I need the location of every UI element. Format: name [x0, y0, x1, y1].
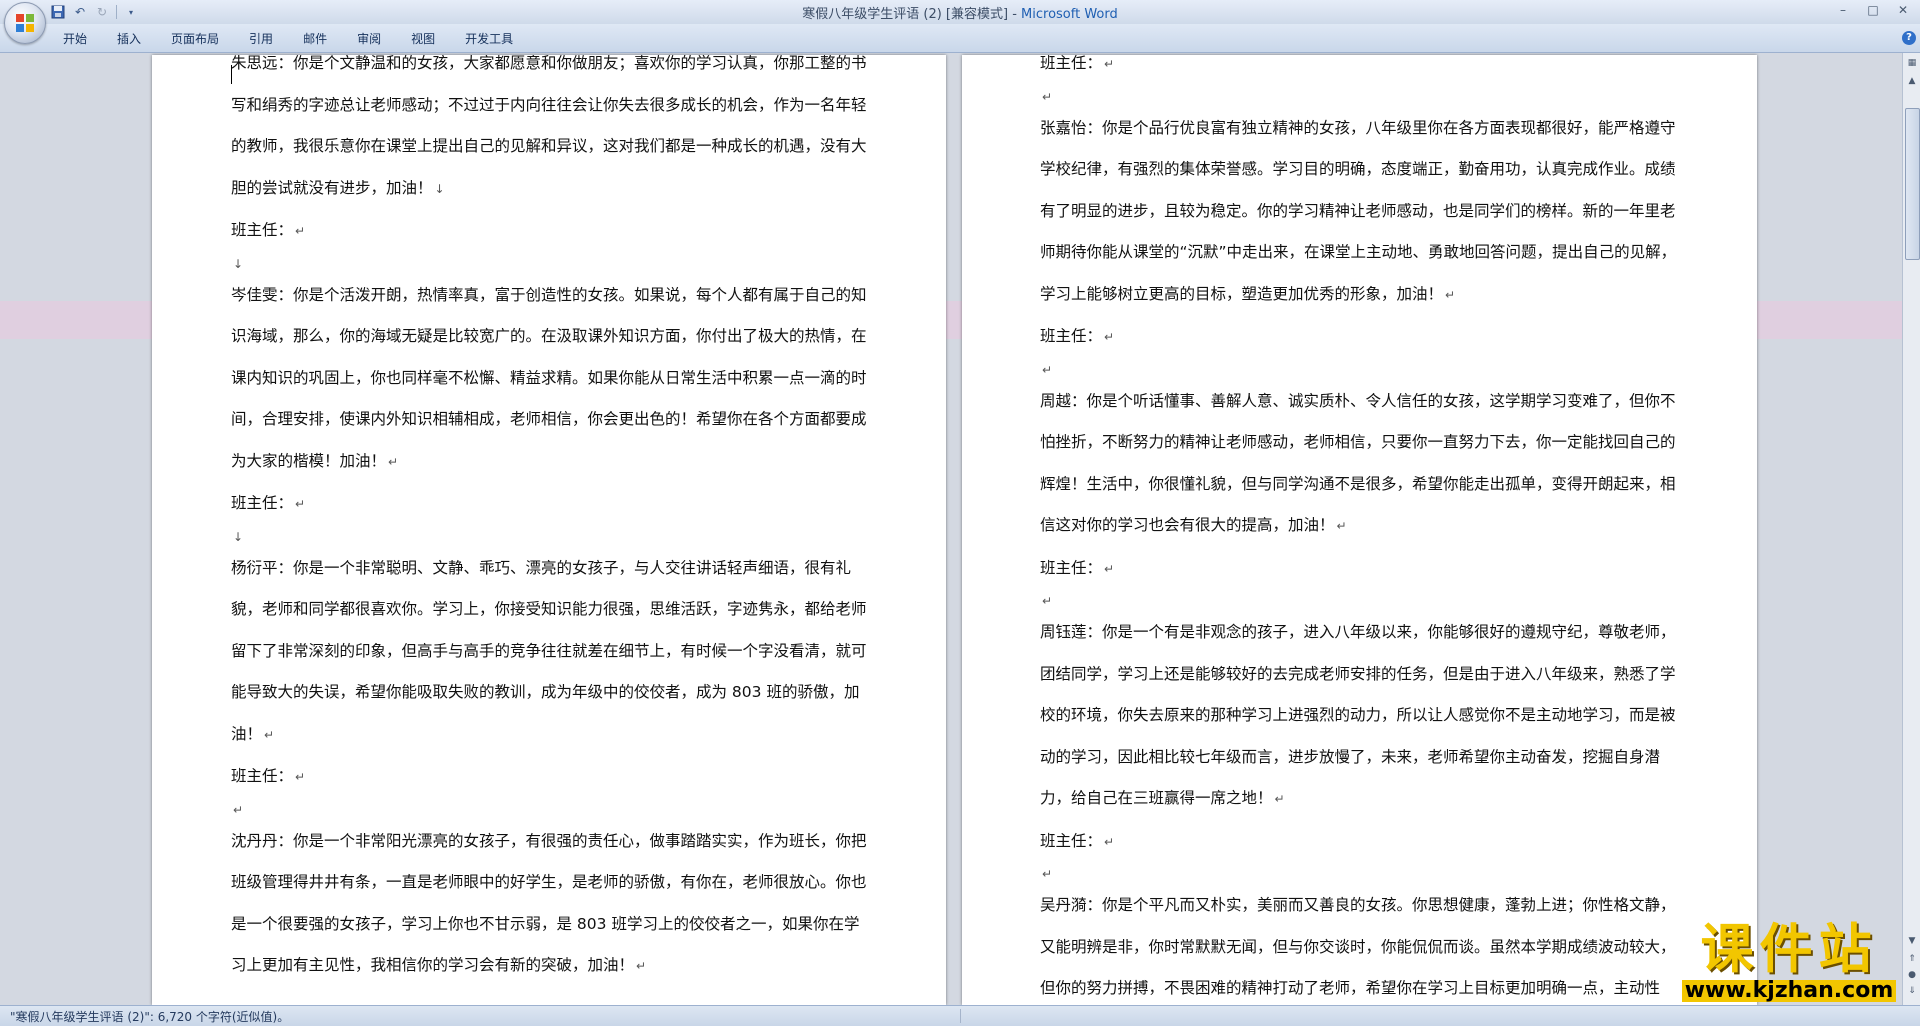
paragraph-text: 岑佳雯：你是个活泼开朗，热情率真，富于创造性的女孩。如果说，每个人都有属于自己的… [231, 285, 867, 470]
empty-paragraph: ↵ [1040, 359, 1680, 381]
page-content-right: 班主任： ↵ ↵ 张嘉怡：你是个品行优良富有独立精神的女孩，八年级里你在各方面表现… [1040, 55, 1680, 1005]
comment-paragraph: 张嘉怡：你是个品行优良富有独立精神的女孩，八年级里你在各方面表现都很好，能严格遵… [1040, 108, 1680, 317]
paragraph-text: 周钰莲：你是一个有是非观念的孩子，进入八年级以来，你能够很好的遵规守纪，尊敬老师… [1040, 623, 1676, 807]
paragraph-mark-icon: ↵ [1104, 330, 1115, 344]
teacher-signature-line: 班主任： ↵ [1040, 316, 1680, 359]
watermark-title: 课件站 [1700, 919, 1878, 980]
paragraph-mark-icon: ↵ [388, 454, 399, 469]
paragraph-text: 班主任： [231, 221, 294, 239]
paragraph-text: 班主任： [231, 494, 294, 512]
app-name: Microsoft Word [1021, 7, 1118, 22]
empty-paragraph: ↵ [1040, 863, 1680, 885]
document-page-right[interactable]: 班主任： ↵ ↵ 张嘉怡：你是个品行优良富有独立精神的女孩，八年级里你在各方面表现… [962, 55, 1757, 1005]
office-button[interactable] [4, 2, 46, 44]
paragraph-text: 班主任： [1040, 558, 1103, 577]
paragraph-mark-icon: ↓ [233, 256, 244, 271]
paragraph-mark-icon: ↵ [1274, 792, 1285, 806]
empty-paragraph: ↓ [231, 253, 871, 275]
paragraph-mark-icon: ↵ [1104, 561, 1115, 576]
teacher-signature-line: 班主任： ↵ [231, 483, 871, 526]
paragraph-mark-icon: ↵ [295, 770, 306, 784]
paragraph-mark-icon: ↓ [233, 529, 244, 544]
comment-paragraph: 吴丹漪：你是个平凡而又朴实，美丽而又善良的女孩。你思想健康，蓬勃上进；你性格文静… [1040, 885, 1680, 1005]
teacher-signature-line: 班主任： ↵ [1040, 548, 1680, 591]
tab-page-layout[interactable]: 页面布局 [156, 28, 234, 50]
minimize-button[interactable]: – [1828, 0, 1858, 20]
paragraph-mark-icon: ↵ [1042, 362, 1053, 377]
teacher-signature-line: 班主任： ↵ [1040, 55, 1680, 86]
paragraph-mark-icon: ↵ [233, 802, 244, 817]
paragraph-mark-icon: ↵ [636, 959, 647, 973]
paragraph-text: 沈丹丹：你是一个非常阳光漂亮的女孩子，有很强的责任心，做事踏踏实实，作为班长，你… [231, 831, 867, 975]
comment-paragraph: 周越：你是个听话懂事、善解人意、诚实质朴、令人信任的女孩，这学期学习变难了，但你… [1040, 381, 1680, 548]
status-bar: "寒假八年级学生评语 (2)": 6,720 个字符(近似值)。 [0, 1005, 1920, 1026]
office-logo-icon [16, 14, 34, 32]
page-content-left: 朱思远：你是个文静温和的女孩，大家都愿意和你做朋友；喜欢你的学习认真，你那工整的… [231, 55, 871, 988]
comment-paragraph: 杨衍平：你是一个非常聪明、文静、乖巧、漂亮的女孩子，与人交往讲话轻声细语，很有礼… [231, 548, 871, 757]
comment-paragraph: 沈丹丹：你是一个非常阳光漂亮的女孩子，有很强的责任心，做事踏踏实实，作为班长，你… [231, 821, 871, 988]
tab-view[interactable]: 视图 [396, 28, 450, 50]
document-area: 朱思远：你是个文静温和的女孩，大家都愿意和你做朋友；喜欢你的学习认真，你那工整的… [0, 53, 1902, 1005]
close-button[interactable]: ✕ [1888, 0, 1918, 20]
maximize-button[interactable]: □ [1858, 0, 1888, 20]
paragraph-mark-icon: ↵ [295, 497, 306, 511]
paragraph-mark-icon: ↵ [1445, 287, 1456, 302]
window-title: 寒假八年级学生评语 (2) [兼容模式] - Microsoft Word [0, 3, 1920, 22]
paragraph-text: 杨衍平：你是一个非常聪明、文静、乖巧、漂亮的女孩子，与人交往讲话轻声细语，很有礼… [231, 558, 867, 743]
teacher-signature-line: 班主任： ↵ [1040, 821, 1680, 864]
watermark-url: www.kjzhan.com [1682, 980, 1896, 1002]
document-title: 寒假八年级学生评语 (2) [兼容模式] - [802, 7, 1022, 22]
status-word-count[interactable]: "寒假八年级学生评语 (2)": 6,720 个字符(近似值)。 [10, 1008, 289, 1025]
paragraph-text: 班主任： [1040, 327, 1103, 345]
tab-mailings[interactable]: 邮件 [288, 28, 342, 50]
window-controls: – □ ✕ [1828, 0, 1918, 20]
empty-paragraph: ↓ [231, 526, 871, 548]
site-watermark: 课件站 www.kjzhan.com [1668, 920, 1910, 1004]
paragraph-text: 班主任： [231, 767, 294, 785]
tab-home[interactable]: 开始 [48, 28, 102, 50]
comment-paragraph: 岑佳雯：你是个活泼开朗，热情率真，富于创造性的女孩。如果说，每个人都有属于自己的… [231, 275, 871, 484]
paragraph-text: 周越：你是个听话懂事、善解人意、诚实质朴、令人信任的女孩，这学期学习变难了，但你… [1040, 391, 1676, 535]
tab-review[interactable]: 审阅 [342, 28, 396, 50]
empty-paragraph: ↵ [1040, 86, 1680, 108]
tab-developer[interactable]: 开发工具 [450, 28, 528, 50]
paragraph-mark-icon: ↵ [1336, 519, 1347, 533]
ribbon-tabs: 开始 插入 页面布局 引用 邮件 审阅 视图 开发工具 [48, 28, 528, 50]
help-icon[interactable]: ? [1902, 31, 1916, 45]
teacher-signature-line: 班主任： ↵ [231, 756, 871, 799]
paragraph-text: 班主任： [1040, 55, 1103, 72]
scrollbar-thumb[interactable] [1905, 108, 1920, 260]
empty-paragraph: ↵ [1040, 590, 1680, 612]
paragraph-mark-icon: ↵ [1042, 594, 1053, 608]
paragraph-mark-icon: ↵ [1104, 57, 1115, 71]
paragraph-mark-icon: ↵ [295, 224, 306, 238]
paragraph-text: 朱思远：你是个文静温和的女孩，大家都愿意和你做朋友；喜欢你的学习认真，你那工整的… [231, 55, 867, 197]
empty-paragraph: ↵ [231, 799, 871, 821]
teacher-signature-line: 班主任： ↵ [231, 210, 871, 253]
paragraph-mark-icon: ↓ [434, 181, 445, 196]
paragraph-text: 班主任： [1040, 831, 1103, 850]
paragraph-text: 张嘉怡：你是个品行优良富有独立精神的女孩，八年级里你在各方面表现都很好，能严格遵… [1040, 118, 1677, 303]
tab-references[interactable]: 引用 [234, 28, 288, 50]
status-separator [960, 1009, 961, 1023]
title-bar: ↶ ↻ ▾ 寒假八年级学生评语 (2) [兼容模式] - Microsoft W… [0, 0, 1920, 24]
paragraph-mark-icon: ↵ [264, 727, 275, 742]
ruler-toggle-icon[interactable]: ▦ [1904, 55, 1920, 71]
ribbon-tab-bar: 开始 插入 页面布局 引用 邮件 审阅 视图 开发工具 ? [0, 24, 1920, 53]
paragraph-mark-icon: ↵ [1042, 89, 1053, 104]
paragraph-text: 吴丹漪：你是个平凡而又朴实，美丽而又善良的女孩。你思想健康，蓬勃上进；你性格文静… [1040, 896, 1676, 997]
comment-paragraph: 朱思远：你是个文静温和的女孩，大家都愿意和你做朋友；喜欢你的学习认真，你那工整的… [231, 55, 871, 210]
document-page-left[interactable]: 朱思远：你是个文静温和的女孩，大家都愿意和你做朋友；喜欢你的学习认真，你那工整的… [152, 55, 946, 1005]
vertical-scrollbar[interactable]: ▦ ▲ ▼ ⇑ ● ⇓ [1902, 53, 1920, 1005]
paragraph-mark-icon: ↵ [1042, 867, 1053, 881]
paragraph-mark-icon: ↵ [1104, 834, 1115, 849]
scroll-up-icon[interactable]: ▲ [1904, 73, 1920, 89]
tab-insert[interactable]: 插入 [102, 28, 156, 50]
comment-paragraph: 周钰莲：你是一个有是非观念的孩子，进入八年级以来，你能够很好的遵规守纪，尊敬老师… [1040, 612, 1680, 821]
